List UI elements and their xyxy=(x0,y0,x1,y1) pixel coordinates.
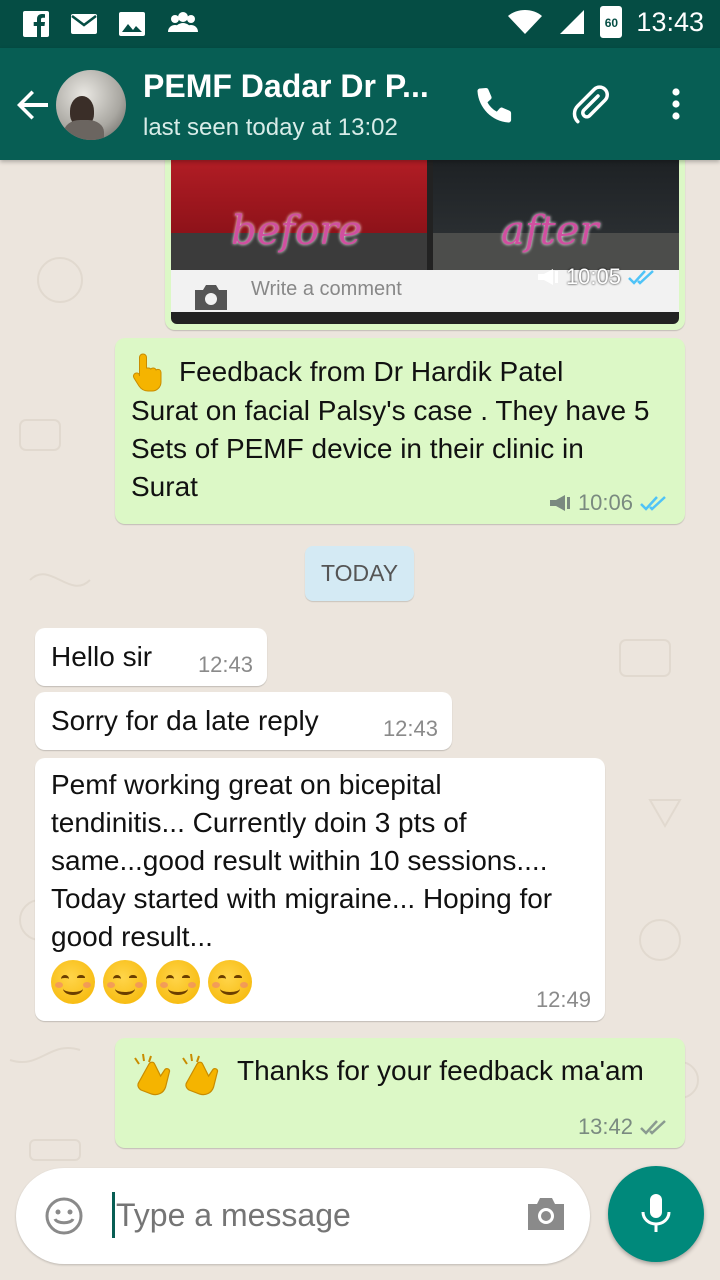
mic-icon xyxy=(641,1194,671,1232)
message-meta: 13:42 xyxy=(578,1114,671,1140)
phone-icon[interactable] xyxy=(474,82,518,126)
smiling-face-icon xyxy=(155,960,200,1004)
message-bubble[interactable]: Pemf working great on bicepital tendinit… xyxy=(35,758,605,1021)
avatar-body xyxy=(64,120,104,140)
message-line1: Feedback from Dr Hardik Patel xyxy=(179,356,564,387)
status-bar: 60 13:43 xyxy=(0,0,720,48)
emoji-icon[interactable] xyxy=(44,1196,84,1236)
message-text: Sorry for da late reply xyxy=(51,705,319,736)
read-ticks-icon xyxy=(628,270,654,285)
people-icon xyxy=(168,12,198,32)
clapping-hands-icon xyxy=(182,1053,219,1096)
delivered-ticks-icon xyxy=(640,1120,666,1135)
wifi-icon xyxy=(508,10,543,34)
smiling-face-icon xyxy=(208,960,253,1004)
message-input[interactable] xyxy=(116,1197,496,1234)
message-text: Surat on facial Palsy's case . They have… xyxy=(131,395,650,502)
shared-image[interactable]: before after Write a comment 10:05 xyxy=(171,160,679,324)
message-first-line: Feedback from Dr Hardik Patel xyxy=(131,352,669,392)
chat-area[interactable]: before after Write a comment 10:05 Feedb… xyxy=(0,160,720,1168)
message-text: Pemf working great on bicepital tendinit… xyxy=(51,769,553,952)
pointing-up-icon xyxy=(132,353,162,392)
last-seen-status: last seen today at 13:02 xyxy=(143,114,398,141)
paperclip-icon[interactable] xyxy=(568,82,612,126)
message-time: 12:43 xyxy=(382,716,438,741)
read-ticks-icon xyxy=(640,496,666,511)
message-meta: 10:06 xyxy=(548,490,671,516)
message-time: 13:42 xyxy=(577,1114,633,1139)
camera-icon[interactable] xyxy=(524,1194,568,1234)
message-time: 10:05 xyxy=(565,264,621,289)
message-text: Hello sir xyxy=(51,641,153,672)
battery-level: 60 xyxy=(604,16,619,30)
message-time: 12:49 xyxy=(535,987,591,1012)
broadcast-icon xyxy=(549,495,570,511)
avatar[interactable] xyxy=(56,70,126,140)
more-vert-icon[interactable] xyxy=(654,82,698,126)
broadcast-icon xyxy=(537,269,558,285)
message-input-bar xyxy=(16,1168,590,1264)
write-comment-placeholder: Write a comment xyxy=(251,278,402,300)
mic-button[interactable] xyxy=(608,1166,704,1262)
image-icon xyxy=(119,12,145,36)
status-time: 13:43 xyxy=(636,6,704,37)
smiling-face-icon xyxy=(103,960,148,1004)
message-bubble[interactable]: Feedback from Dr Hardik Patel Surat on f… xyxy=(115,338,685,524)
mail-icon xyxy=(71,14,97,34)
text-caret xyxy=(112,1192,115,1238)
message-bubble[interactable]: Hello sir 12:43 xyxy=(35,628,267,686)
message-bubble[interactable]: Thanks for your feedback ma'am 13:42 xyxy=(115,1038,685,1148)
battery-icon: 60 xyxy=(600,6,623,38)
contact-name[interactable]: PEMF Dadar Dr P... xyxy=(143,68,429,105)
back-arrow-icon[interactable] xyxy=(14,84,54,124)
signal-icon xyxy=(560,10,585,34)
camera-icon xyxy=(195,285,227,310)
image-message[interactable]: before after Write a comment 10:05 xyxy=(165,160,685,330)
emoji-row xyxy=(129,1052,225,1098)
clapping-hands-icon xyxy=(134,1053,171,1096)
message-bubble[interactable]: Sorry for da late reply 12:43 xyxy=(35,692,452,750)
message-time: 12:43 xyxy=(197,652,253,677)
smiling-face-icon xyxy=(51,960,95,1004)
before-label: before xyxy=(231,208,362,254)
chat-header: PEMF Dadar Dr P... last seen today at 13… xyxy=(0,48,720,160)
facebook-icon xyxy=(23,11,49,37)
emoji-row xyxy=(51,960,589,1004)
date-separator: TODAY xyxy=(305,546,414,601)
message-time: 10:06 xyxy=(577,490,633,515)
image-meta: 10:05 xyxy=(536,264,659,290)
after-label: after xyxy=(501,208,599,254)
